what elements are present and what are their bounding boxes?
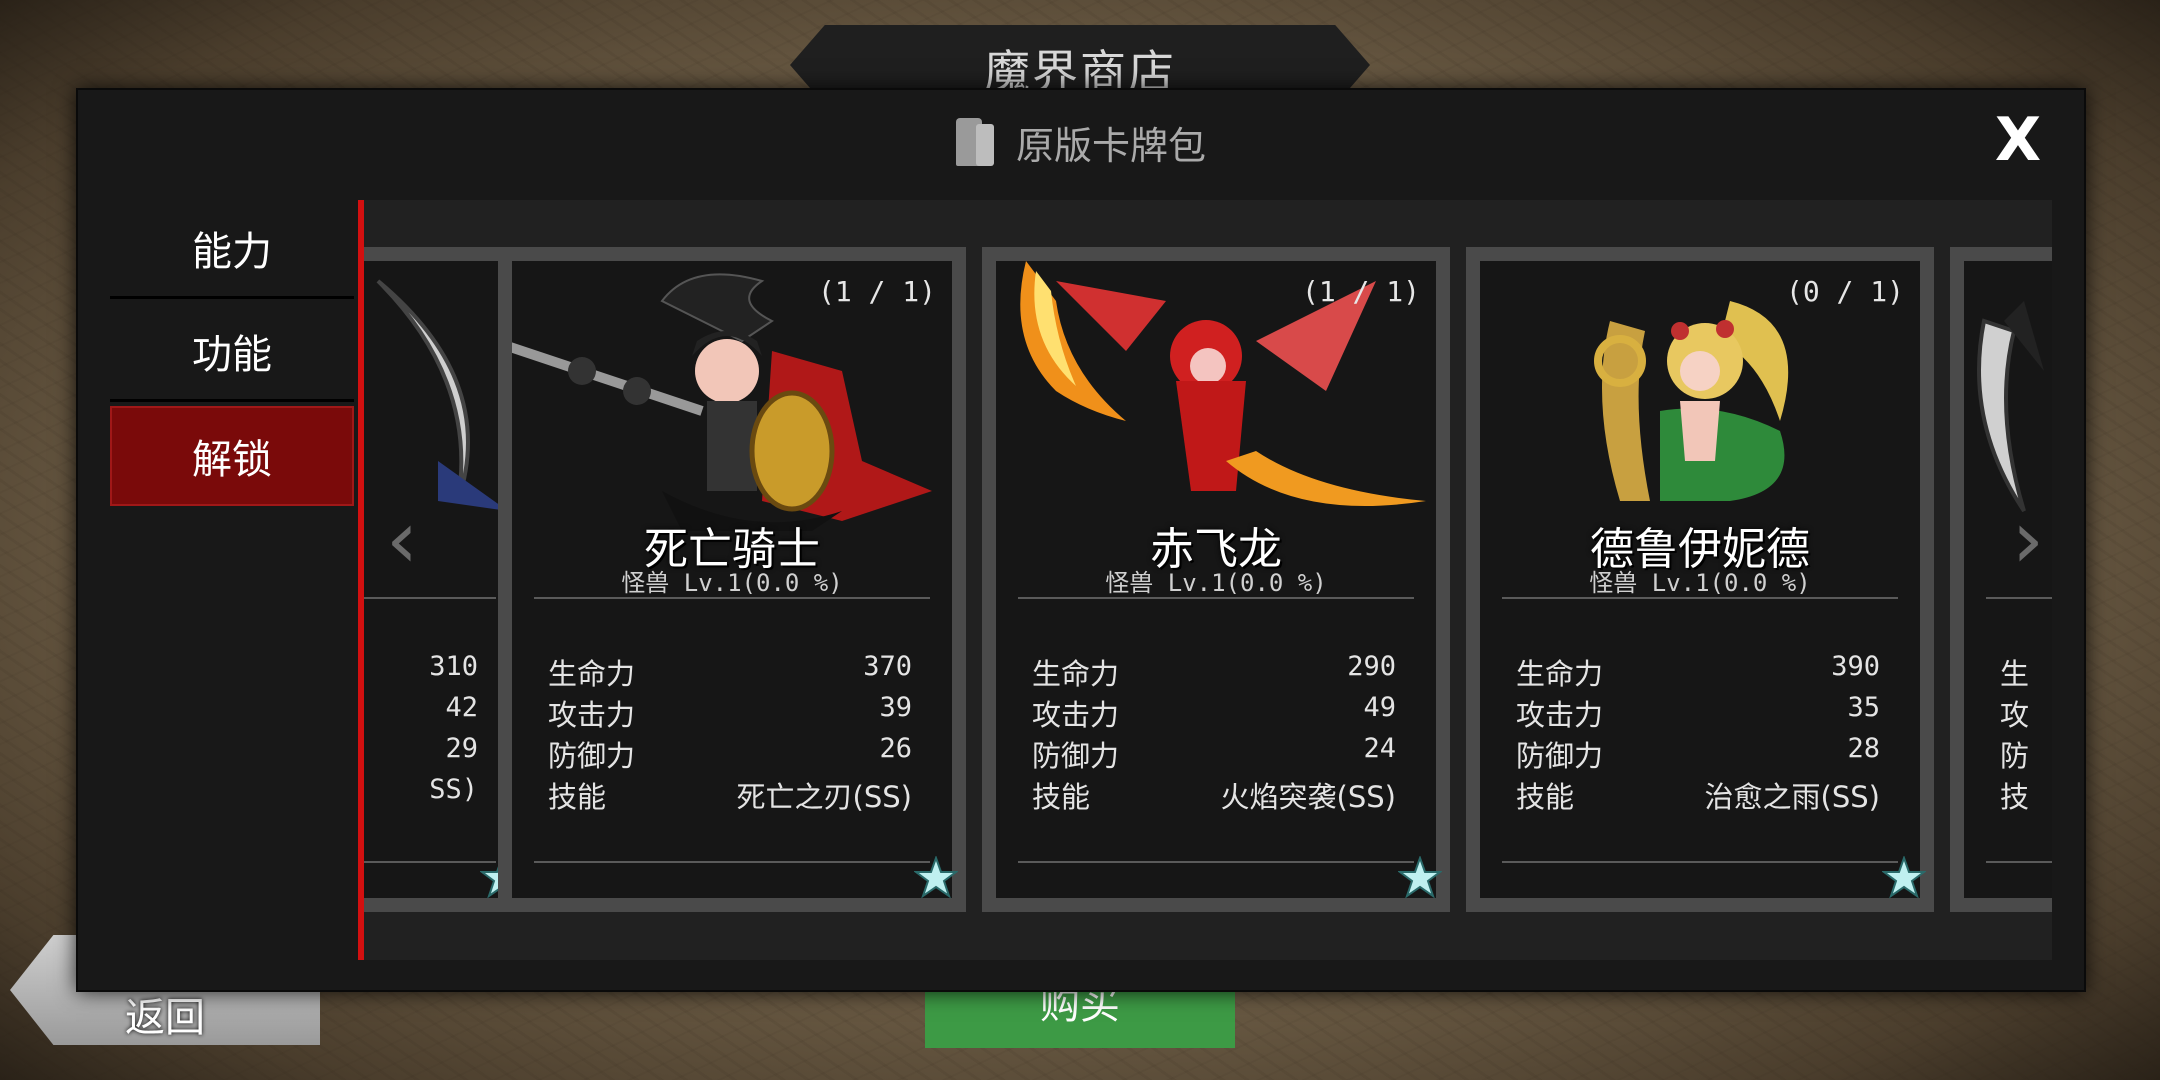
card-type-level: 怪兽 Lv.1(0.0 %) [621, 569, 843, 597]
stat-label: 防御力 [1032, 739, 1120, 773]
stat-value: 39 [879, 692, 912, 723]
card-carousel[interactable]: ‹ › 310 42 29 SS) (1 / 1) 死亡骑士 怪兽 Lv.1(0… [358, 200, 2052, 960]
stat-value: 26 [879, 733, 912, 764]
scythe-art [376, 279, 508, 511]
card-count: (1 / 1) [817, 275, 936, 308]
stat-label: 攻 [2000, 698, 2030, 732]
stat-value: SS) [429, 774, 478, 805]
sidebar-item-ability[interactable]: 能力 [110, 200, 354, 299]
stat-value: 390 [1831, 651, 1880, 682]
stat-label: 技能 [1032, 780, 1091, 814]
stat-label: 防 [2000, 739, 2030, 773]
star-icon [1882, 856, 1926, 899]
stat-value: 治愈之雨(SS) [1704, 780, 1880, 814]
stat-label: 生命力 [1032, 657, 1120, 691]
sidebar-item-function[interactable]: 功能 [110, 303, 354, 402]
card-pack-modal: 原版卡牌包 X 能力 功能 解锁 ‹ › 310 42 29 SS) (1 / … [76, 88, 2086, 992]
stat-label: 技能 [1516, 780, 1575, 814]
sidebar-item-unlock[interactable]: 解锁 [110, 406, 354, 506]
stat-value: 35 [1847, 692, 1880, 723]
stat-label: 技能 [548, 780, 607, 814]
card-count: (1 / 1) [1301, 275, 1420, 308]
card-stats: 生命力 290 攻击力 49 防御力 24 技能 火焰突袭(SS) [1032, 651, 1396, 815]
stat-value: 49 [1363, 692, 1396, 723]
modal-title: 原版卡牌包 [1015, 124, 1206, 168]
card-count: (0 / 1) [1785, 275, 1904, 308]
stat-label: 攻击力 [1032, 698, 1120, 732]
chevron-left-icon[interactable]: ‹ [382, 500, 422, 580]
stat-value: 42 [445, 692, 478, 723]
card-pack-icon [955, 117, 994, 168]
stat-value: 29 [445, 733, 478, 764]
category-sidebar: 能力 功能 解锁 [110, 200, 354, 510]
stat-value: 火焰突袭(SS) [1220, 780, 1396, 814]
stat-label: 生命力 [548, 657, 636, 691]
back-button-label: 返回 [125, 995, 205, 1041]
stat-label: 防御力 [1516, 739, 1604, 773]
monster-card-red-dragon[interactable]: (1 / 1) 赤飞龙 怪兽 Lv.1(0.0 %) 生命力 290 攻击力 49 … [982, 247, 1450, 912]
stat-value: 死亡之刃(SS) [736, 780, 912, 814]
stat-value: 310 [429, 651, 478, 682]
stat-label: 攻击力 [1516, 698, 1604, 732]
stat-label: 攻击力 [548, 698, 636, 732]
monster-card-druid-nid[interactable]: (0 / 1) 德鲁伊妮德 怪兽 Lv.1(0.0 %) 生命力 390 攻击力 3… [1466, 247, 1934, 912]
chevron-right-icon[interactable]: › [2008, 500, 2048, 580]
modal-header: 原版卡牌包 [78, 90, 2084, 195]
stat-label: 生 [2000, 657, 2030, 691]
card-type-level: 怪兽 Lv.1(0.0 %) [1589, 569, 1811, 597]
stat-value: 290 [1347, 651, 1396, 682]
card-stats: 生命力 370 攻击力 39 防御力 26 技能 死亡之刃(SS) [548, 651, 912, 815]
close-icon[interactable]: X [1990, 110, 2046, 170]
stat-label: 技 [2000, 780, 2030, 814]
stat-value: 370 [863, 651, 912, 682]
monster-card-death-knight[interactable]: (1 / 1) 死亡骑士 怪兽 Lv.1(0.0 %) 生命力 370 攻击力 39… [498, 247, 966, 912]
stat-value: 28 [1847, 733, 1880, 764]
card-stats: 生命力 390 攻击力 35 防御力 28 技能 治愈之雨(SS) [1516, 651, 1880, 815]
star-icon [1398, 856, 1442, 899]
card-type-level: 怪兽 Lv.1(0.0 %) [1105, 569, 1327, 597]
stat-label: 生命力 [1516, 657, 1604, 691]
stat-label: 防御力 [548, 739, 636, 773]
stat-value: 24 [1363, 733, 1396, 764]
star-icon [914, 856, 958, 899]
